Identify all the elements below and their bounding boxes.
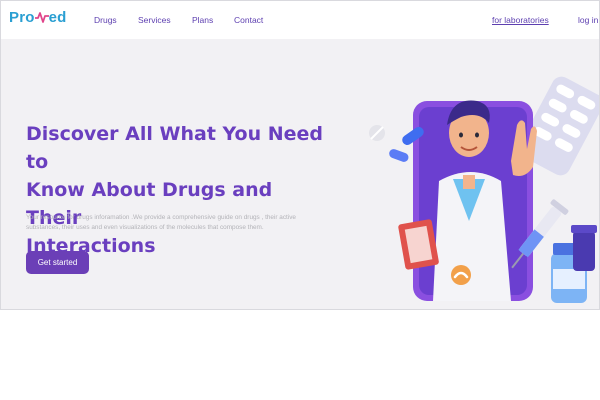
top-navbar: Pro ed Drugs Services Plans Contact for l…	[1, 1, 599, 39]
nav-link-contact[interactable]: Contact	[234, 15, 263, 25]
hero-title-line: Discover All What You Need to	[26, 123, 323, 173]
brand-logo[interactable]: Pro ed	[9, 9, 67, 26]
hero-subtitle: Your resource for drugs inforamation .We…	[26, 213, 326, 233]
pill-bottle-icon	[571, 225, 597, 271]
app-frame: Pro ed Drugs Services Plans Contact for l…	[0, 0, 600, 310]
logo-text-end: ed	[48, 9, 67, 26]
nav-link-services[interactable]: Services	[138, 15, 171, 25]
for-laboratories-link[interactable]: for laboratories	[492, 15, 549, 25]
hero-subtitle-line: substances, their uses and even visualiz…	[26, 224, 264, 231]
doctor-illustration	[369, 76, 599, 303]
heartbeat-pulse-icon	[34, 12, 49, 23]
round-pill-icon	[369, 125, 385, 141]
logo-text-start: Pro	[9, 9, 35, 26]
nav-link-drugs[interactable]: Drugs	[94, 15, 117, 25]
phone-call-icon	[451, 265, 471, 285]
login-link[interactable]: log in	[578, 15, 598, 25]
hero-title: Discover All What You Need to Know About…	[26, 120, 326, 260]
get-started-button[interactable]: Get started	[26, 251, 89, 274]
hero-subtitle-line: Your resource for drugs inforamation .We…	[26, 214, 296, 221]
nav-link-plans[interactable]: Plans	[192, 15, 213, 25]
